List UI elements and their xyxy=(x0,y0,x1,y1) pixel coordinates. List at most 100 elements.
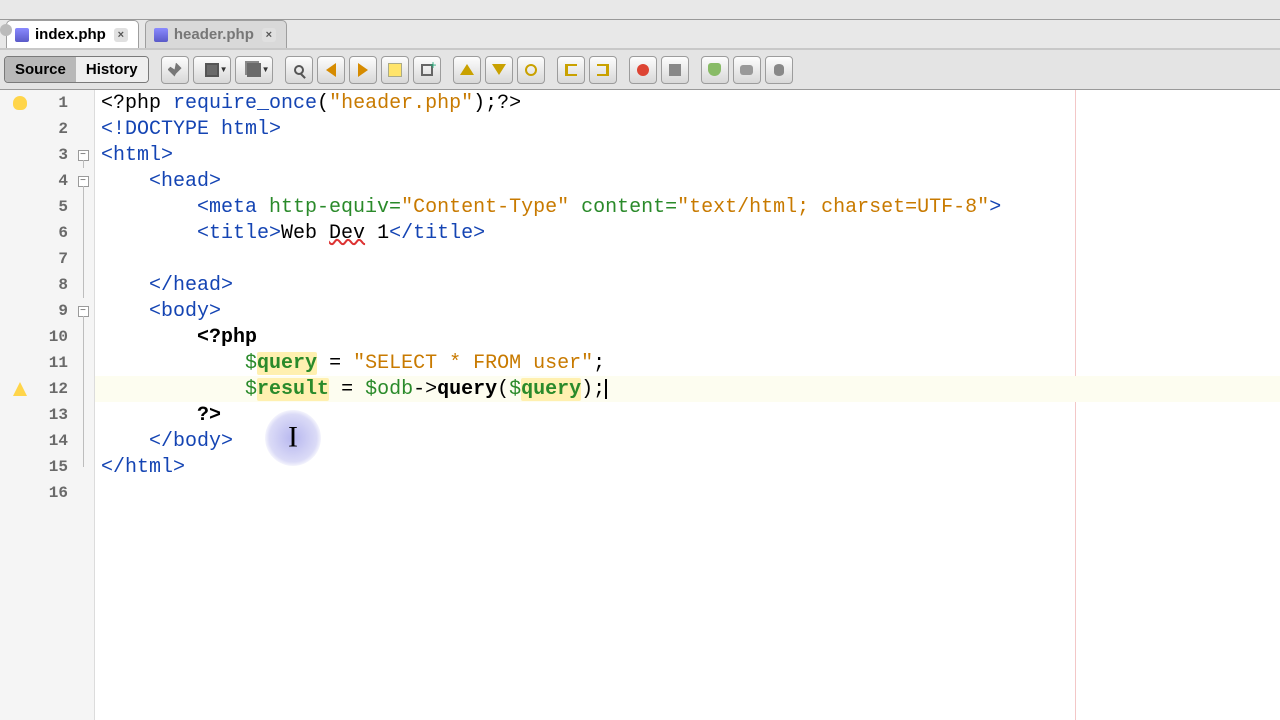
line-number[interactable]: 6 xyxy=(40,220,72,246)
arrow-down-icon xyxy=(492,64,506,75)
highlight-button[interactable] xyxy=(381,56,409,84)
token: > xyxy=(989,196,1001,219)
tool-button[interactable] xyxy=(161,56,189,84)
line-number[interactable]: 11 xyxy=(40,350,72,376)
find-next-button[interactable] xyxy=(349,56,377,84)
php-file-icon xyxy=(154,28,168,42)
record-icon xyxy=(637,64,649,76)
find-prev-button[interactable] xyxy=(317,56,345,84)
editor-gutter: 1 2 3 4 5 6 7 8 9 10 11 12 13 14 15 16 − xyxy=(0,90,95,720)
indent xyxy=(101,170,149,193)
token: <title> xyxy=(197,222,281,245)
token: </head> xyxy=(149,274,233,297)
token: $ xyxy=(245,378,257,401)
arrow-up-icon xyxy=(460,64,474,75)
indent xyxy=(101,404,197,427)
save-button[interactable]: ▼ xyxy=(193,56,231,84)
jump-prev-button[interactable] xyxy=(453,56,481,84)
text-cursor xyxy=(605,379,607,399)
arrow-right-icon xyxy=(358,63,368,77)
token: = xyxy=(329,378,365,401)
tab-header-php[interactable]: header.php × xyxy=(145,20,287,48)
token: require_once xyxy=(173,92,317,115)
token: <body> xyxy=(149,300,221,323)
indent xyxy=(101,300,149,323)
token: <head> xyxy=(149,170,221,193)
save-all-icon xyxy=(247,63,261,77)
hint-bulb-icon[interactable] xyxy=(13,96,27,110)
token: ) xyxy=(473,92,485,115)
view-mode-toggle: Source History xyxy=(4,56,149,83)
line-number[interactable]: 12 xyxy=(40,376,72,402)
line-number[interactable]: 13 xyxy=(40,402,72,428)
warning-icon[interactable] xyxy=(13,382,27,396)
token: ); xyxy=(581,378,605,401)
shift-right-button[interactable] xyxy=(589,56,617,84)
shift-left-button[interactable] xyxy=(557,56,585,84)
token: -> xyxy=(413,378,437,401)
code-editor: 1 2 3 4 5 6 7 8 9 10 11 12 13 14 15 16 − xyxy=(0,90,1280,720)
code-area[interactable]: <?php require_once("header.php");?> <!DO… xyxy=(95,90,1280,720)
token: "SELECT * FROM user" xyxy=(353,352,593,375)
close-icon[interactable]: × xyxy=(262,28,276,42)
token: <?php xyxy=(197,326,257,349)
indent xyxy=(101,222,197,245)
history-view-button[interactable]: History xyxy=(76,57,148,82)
dropdown-icon: ▼ xyxy=(220,65,228,74)
dropdown-icon: ▼ xyxy=(262,65,270,74)
line-number[interactable]: 16 xyxy=(40,480,72,506)
token: $odb xyxy=(365,378,413,401)
line-number[interactable]: 10 xyxy=(40,324,72,350)
line-number[interactable]: 14 xyxy=(40,428,72,454)
token: ( xyxy=(317,92,329,115)
macro-stop-button[interactable] xyxy=(661,56,689,84)
php-file-icon xyxy=(15,28,29,42)
tab-label: index.php xyxy=(35,26,106,43)
close-icon[interactable]: × xyxy=(114,28,128,42)
line-number-column: 1 2 3 4 5 6 7 8 9 10 11 12 13 14 15 16 xyxy=(40,90,72,720)
highlight-icon xyxy=(388,63,402,77)
arrow-left-icon xyxy=(326,63,336,77)
line-number[interactable]: 9 xyxy=(40,298,72,324)
token: <meta xyxy=(197,196,269,219)
token: </title> xyxy=(389,222,485,245)
db-button-2[interactable] xyxy=(733,56,761,84)
macro-record-button[interactable] xyxy=(629,56,657,84)
line-number[interactable]: 1 xyxy=(40,90,72,116)
token: query xyxy=(437,378,497,401)
line-number[interactable]: 5 xyxy=(40,194,72,220)
indent xyxy=(101,196,197,219)
database-icon xyxy=(708,63,721,76)
db-button-3[interactable] xyxy=(765,56,793,84)
token: ?> xyxy=(197,404,221,427)
token: ; xyxy=(593,352,605,375)
db-button-1[interactable] xyxy=(701,56,729,84)
bookmark-button[interactable] xyxy=(517,56,545,84)
marker-column xyxy=(0,90,40,720)
tab-index-php[interactable]: index.php × xyxy=(6,20,139,48)
token-highlighted: query xyxy=(521,378,581,401)
fold-toggle[interactable]: − xyxy=(78,306,89,317)
find-button[interactable] xyxy=(285,56,313,84)
line-number[interactable]: 8 xyxy=(40,272,72,298)
line-number[interactable]: 15 xyxy=(40,454,72,480)
token: $ xyxy=(245,352,257,375)
token: = xyxy=(317,352,353,375)
line-number[interactable]: 3 xyxy=(40,142,72,168)
fold-toggle[interactable]: − xyxy=(78,176,89,187)
line-number[interactable]: 2 xyxy=(40,116,72,142)
jump-next-button[interactable] xyxy=(485,56,513,84)
fold-toggle[interactable]: − xyxy=(78,150,89,161)
save-all-button[interactable]: ▼ xyxy=(235,56,273,84)
token-highlighted: result xyxy=(257,378,329,401)
line-number[interactable]: 7 xyxy=(40,246,72,272)
indent xyxy=(101,274,149,297)
editor-toolbar: Source History ▼ ▼ xyxy=(0,50,1280,90)
new-window-button[interactable] xyxy=(413,56,441,84)
line-number[interactable]: 4 xyxy=(40,168,72,194)
save-icon xyxy=(205,63,219,77)
token: </html> xyxy=(101,456,185,479)
token: ;?> xyxy=(485,92,521,115)
source-view-button[interactable]: Source xyxy=(5,57,76,82)
database-icon xyxy=(740,65,753,75)
